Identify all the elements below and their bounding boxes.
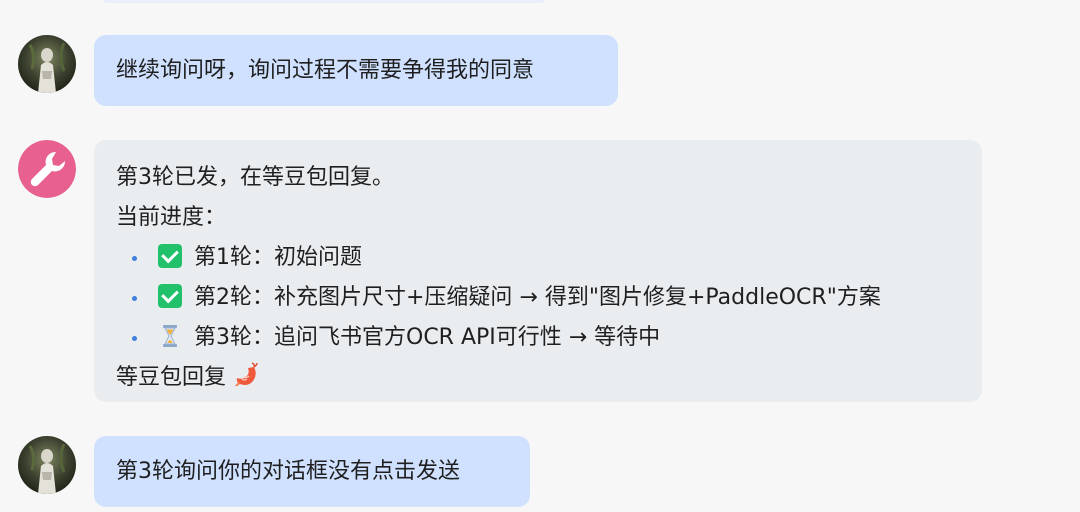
user-avatar-image: [18, 35, 76, 93]
status-footer: 等豆包回复: [116, 358, 958, 398]
check-icon: [158, 244, 182, 268]
progress-label: 当前进度：: [116, 205, 227, 230]
bullet-icon: [132, 336, 137, 341]
hourglass-icon: [158, 324, 182, 348]
previous-message-fragment: [104, 0, 544, 3]
user-avatar[interactable]: [18, 436, 76, 494]
assistant-avatar[interactable]: [18, 140, 76, 198]
assistant-message: 第3轮已发，在等豆包回复。 当前进度： 第1轮：初始问题 第2轮：补充图片尺寸+…: [18, 140, 982, 402]
user-message: 第3轮询问你的对话框没有点击发送: [18, 436, 530, 507]
progress-item: 第2轮：补充图片尺寸+压缩疑问 → 得到"图片修复+PaddleOCR"方案: [116, 278, 958, 318]
progress-item-text: 第2轮：补充图片尺寸+压缩疑问 → 得到"图片修复+PaddleOCR"方案: [194, 285, 881, 310]
progress-item-text: 第3轮：追问飞书官方OCR API可行性 → 等待中: [194, 325, 661, 350]
user-message-bubble: 继续询问呀，询问过程不需要争得我的同意: [94, 35, 618, 106]
status-intro: 第3轮已发，在等豆包回复。: [116, 165, 394, 190]
progress-item-text: 第1轮：初始问题: [194, 245, 362, 270]
footer-text: 等豆包回复: [116, 365, 227, 390]
user-avatar-image: [18, 436, 76, 494]
check-icon: [158, 284, 182, 308]
progress-item: 第3轮：追问飞书官方OCR API可行性 → 等待中: [116, 318, 958, 358]
chat-thread: 继续询问呀，询问过程不需要争得我的同意 第3轮已发，在等豆包回复。 当前进度： …: [0, 0, 1080, 512]
bullet-icon: [132, 296, 137, 301]
user-message-bubble: 第3轮询问你的对话框没有点击发送: [94, 436, 530, 507]
message-text: 继续询问呀，询问过程不需要争得我的同意: [116, 58, 535, 83]
assistant-message-bubble: 第3轮已发，在等豆包回复。 当前进度： 第1轮：初始问题 第2轮：补充图片尺寸+…: [94, 140, 982, 402]
wrench-icon: [18, 140, 76, 198]
user-avatar[interactable]: [18, 35, 76, 93]
bullet-icon: [132, 256, 137, 261]
progress-list: 第1轮：初始问题 第2轮：补充图片尺寸+压缩疑问 → 得到"图片修复+Paddl…: [116, 238, 958, 358]
progress-item: 第1轮：初始问题: [116, 238, 958, 278]
user-message: 继续询问呀，询问过程不需要争得我的同意: [18, 35, 618, 106]
shrimp-icon: [232, 362, 260, 390]
message-text: 第3轮询问你的对话框没有点击发送: [116, 459, 460, 484]
